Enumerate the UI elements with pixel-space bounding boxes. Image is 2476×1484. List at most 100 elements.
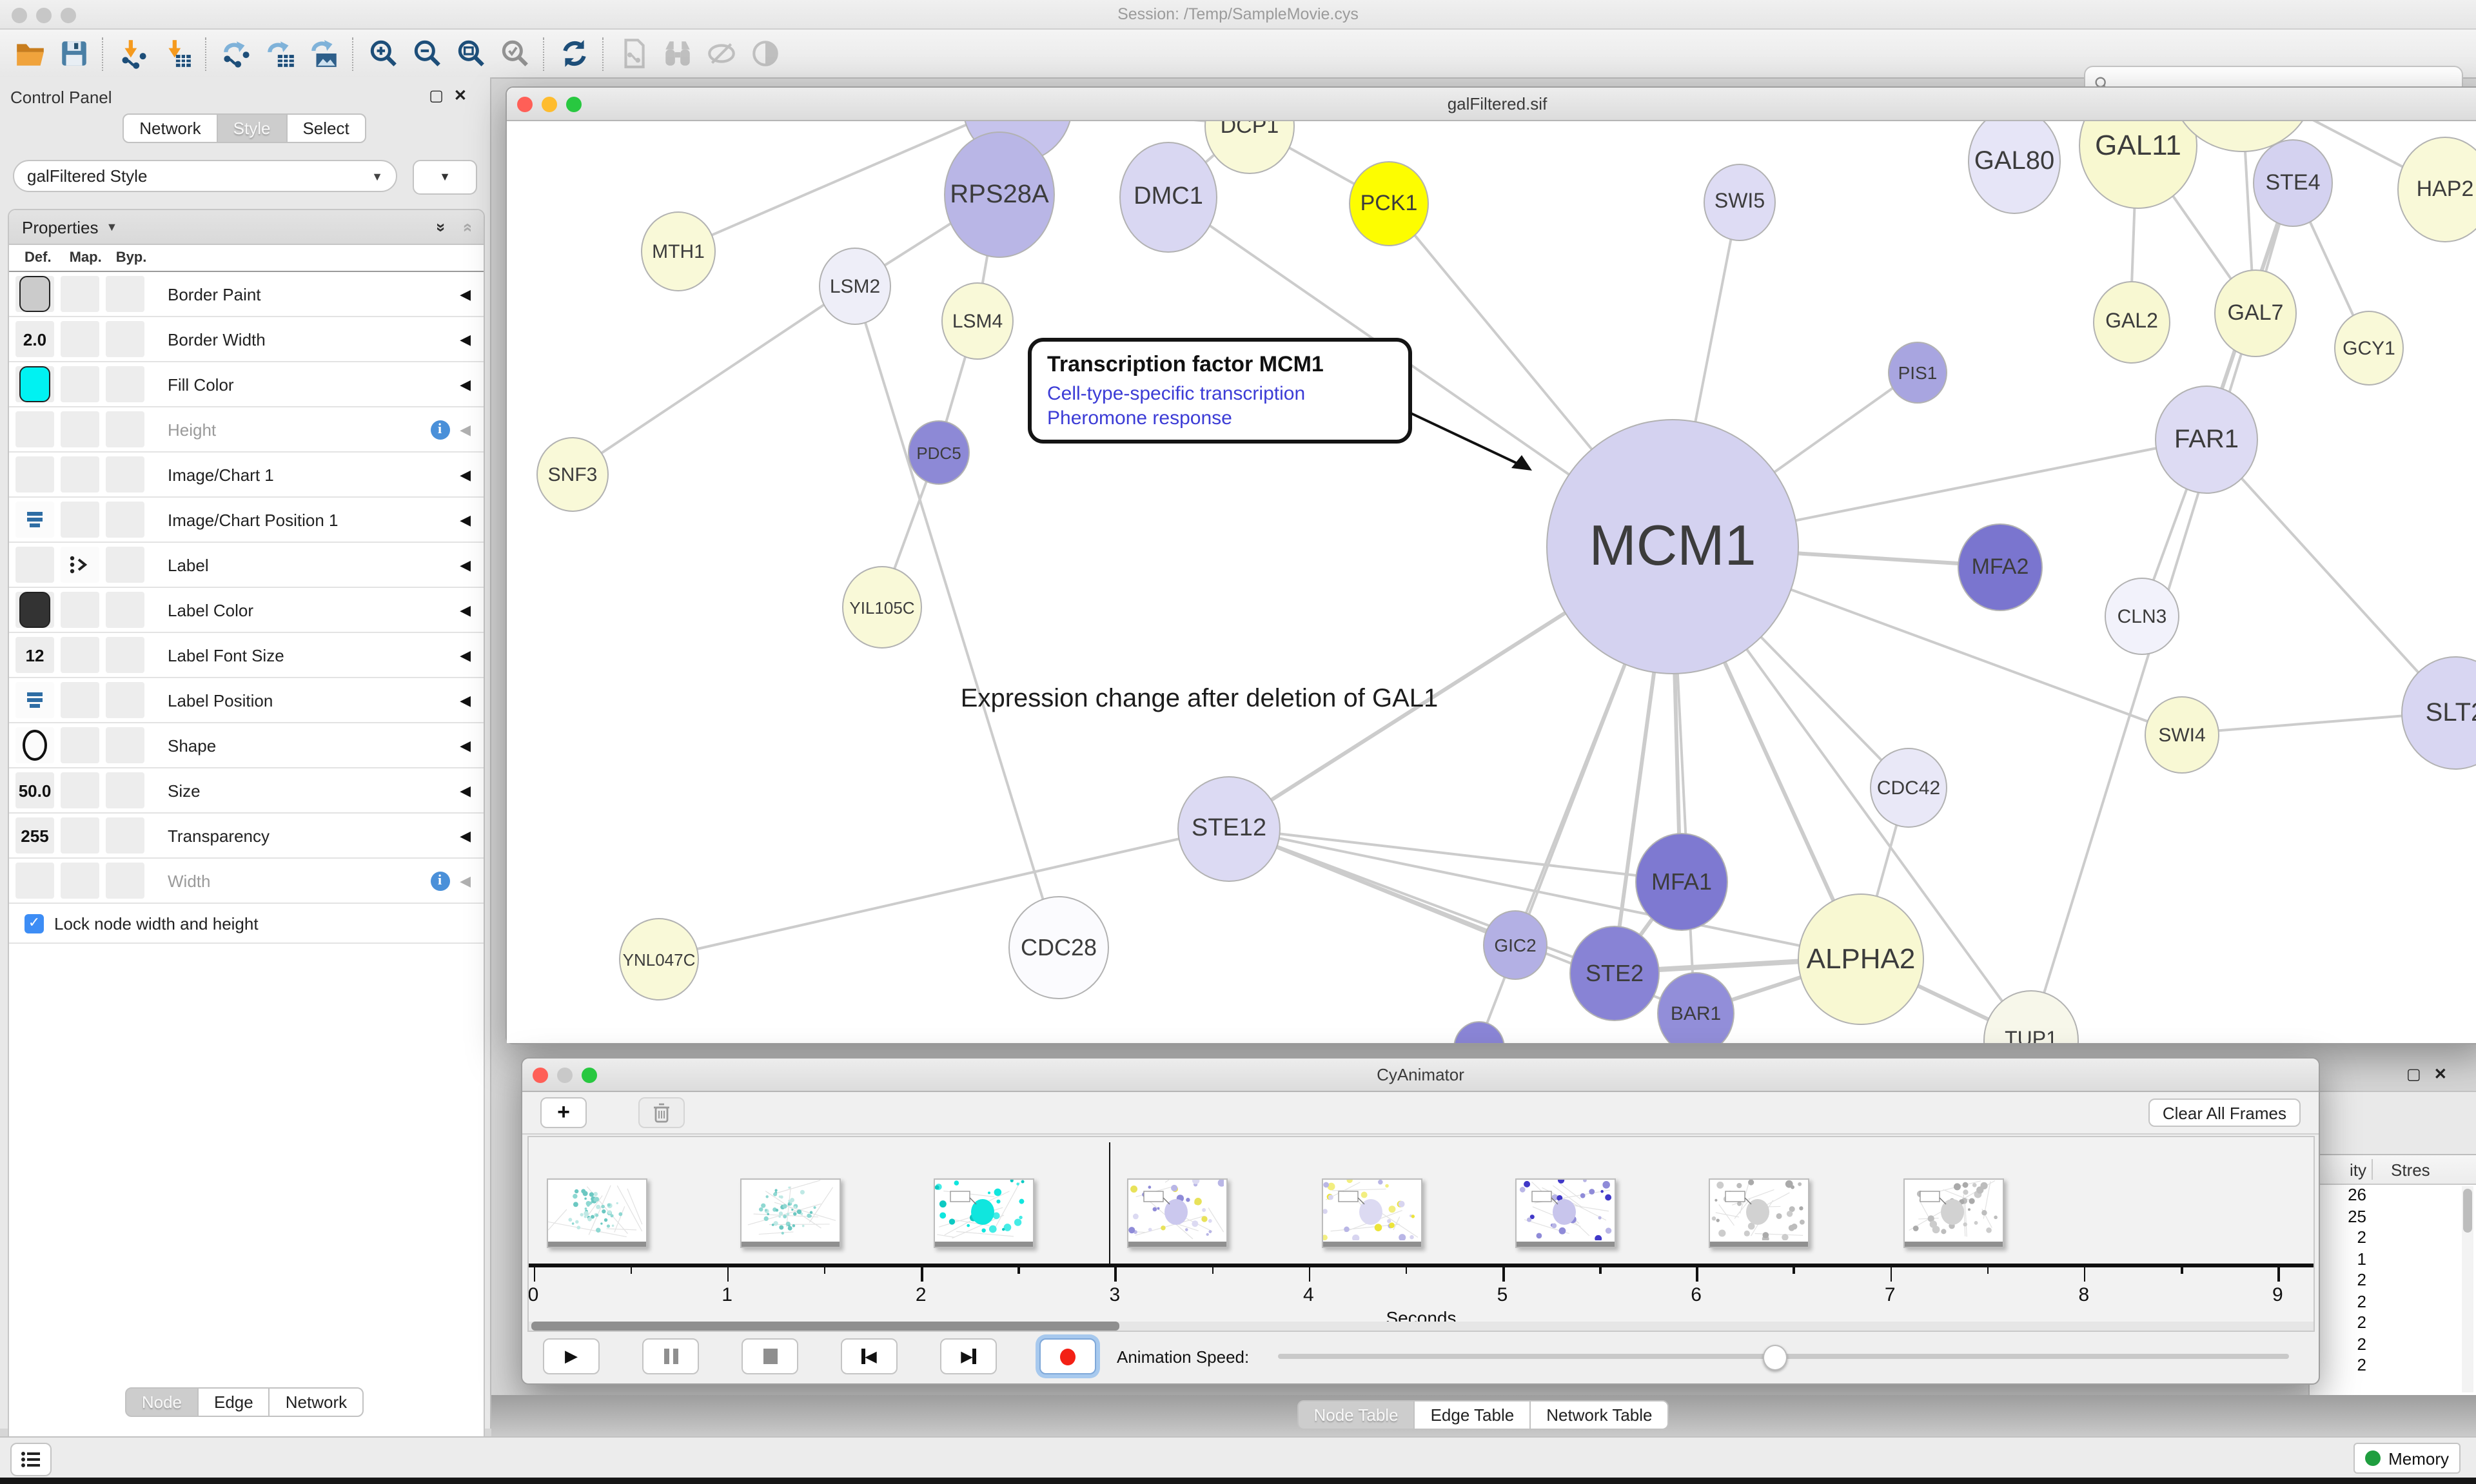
value-cell[interactable] xyxy=(106,456,144,493)
property-row-transparency[interactable]: 255Transparency◀ xyxy=(9,814,484,859)
minimize-window-icon[interactable] xyxy=(557,1068,573,1083)
slider-thumb[interactable] xyxy=(1763,1345,1787,1371)
export-image-button[interactable] xyxy=(302,34,346,73)
value-cell[interactable]: 12 xyxy=(15,637,54,673)
cyanimator-titlebar[interactable]: CyAnimator xyxy=(522,1059,2319,1092)
value-cell[interactable] xyxy=(106,411,144,447)
value-cell[interactable] xyxy=(61,547,99,583)
value-cell[interactable] xyxy=(106,863,144,899)
timeline-scrollbar-thumb[interactable] xyxy=(531,1322,1119,1331)
collapse-all-icon[interactable]: » xyxy=(457,222,476,231)
value-cell[interactable] xyxy=(15,547,54,583)
property-row-label-font-size[interactable]: 12Label Font Size◀ xyxy=(9,633,484,678)
memory-indicator[interactable]: Memory xyxy=(2353,1443,2461,1474)
value-cell[interactable] xyxy=(61,637,99,673)
close-window-icon[interactable] xyxy=(12,8,27,23)
show-panels-button[interactable] xyxy=(10,1443,52,1476)
value-cell[interactable] xyxy=(106,321,144,357)
property-row-image-chart-1[interactable]: Image/Chart 1◀ xyxy=(9,453,484,498)
value-cell[interactable] xyxy=(15,682,54,718)
close-window-icon[interactable] xyxy=(533,1068,548,1083)
network-node-ste4[interactable]: STE4 xyxy=(2253,139,2333,227)
expand-row-icon[interactable]: ◀ xyxy=(460,511,471,528)
value-cell[interactable] xyxy=(106,772,144,808)
value-cell[interactable] xyxy=(106,817,144,854)
value-cell[interactable] xyxy=(15,411,54,447)
property-row-label[interactable]: Label◀ xyxy=(9,543,484,588)
property-row-width[interactable]: Widthi◀ xyxy=(9,859,484,904)
value-cell[interactable] xyxy=(61,727,99,763)
timeline-playhead[interactable] xyxy=(1109,1142,1111,1265)
tab-node-table[interactable]: Node Table xyxy=(1297,1400,1415,1430)
expand-row-icon[interactable]: ◀ xyxy=(460,466,471,483)
lock-size-checkbox[interactable]: ✓ xyxy=(25,913,44,933)
value-cell[interactable] xyxy=(106,276,144,312)
network-node-rps28a[interactable]: RPS28A xyxy=(944,132,1055,258)
zoom-out-button[interactable] xyxy=(405,34,449,73)
value-cell[interactable] xyxy=(61,502,99,538)
tab-network[interactable]: Network xyxy=(269,1387,364,1417)
expand-row-icon[interactable]: ◀ xyxy=(460,331,471,347)
network-node-cdc42[interactable]: CDC42 xyxy=(1870,748,1947,828)
property-row-fill-color[interactable]: Fill Color◀ xyxy=(9,362,484,407)
clear-all-frames-button[interactable]: Clear All Frames xyxy=(2148,1098,2301,1127)
network-canvas[interactable]: RPS28BDCP1RPS28ADMC1PCK1SWI5GAL80GAL11ST… xyxy=(507,121,2476,1043)
expand-row-icon[interactable]: ◀ xyxy=(460,601,471,618)
timeline[interactable]: Seconds 0123456789 xyxy=(527,1136,2315,1332)
value-cell[interactable] xyxy=(106,547,144,583)
export-table-button[interactable] xyxy=(258,34,302,73)
refresh-layout-button[interactable] xyxy=(552,34,596,73)
frame-thumbnail-0[interactable] xyxy=(546,1178,647,1248)
expand-row-icon[interactable]: ◀ xyxy=(460,737,471,754)
property-row-size[interactable]: 50.0Size◀ xyxy=(9,768,484,814)
expand-row-icon[interactable]: ◀ xyxy=(460,692,471,708)
column-stress[interactable]: Stres xyxy=(2391,1160,2430,1179)
network-node-ynl047c[interactable]: YNL047C xyxy=(619,918,699,1001)
network-node-cln3[interactable]: CLN3 xyxy=(2105,578,2179,655)
network-node-ste2[interactable]: STE2 xyxy=(1569,926,1660,1021)
tab-edge-table[interactable]: Edge Table xyxy=(1414,1400,1531,1430)
network-node-cdc28[interactable]: CDC28 xyxy=(1008,896,1109,999)
network-node-dmc1[interactable]: DMC1 xyxy=(1119,142,1217,253)
value-cell[interactable] xyxy=(106,592,144,628)
value-cell[interactable]: 2.0 xyxy=(15,321,54,357)
expand-row-icon[interactable]: ◀ xyxy=(460,827,471,844)
network-window-titlebar[interactable]: galFiltered.sif xyxy=(507,88,2476,121)
value-cell[interactable] xyxy=(61,592,99,628)
tab-style[interactable]: Style xyxy=(217,113,288,143)
value-cell[interactable] xyxy=(61,772,99,808)
value-cell[interactable] xyxy=(61,682,99,718)
expand-row-icon[interactable]: ◀ xyxy=(460,782,471,799)
close-panel-icon[interactable]: ✕ xyxy=(454,86,477,104)
zoom-window-icon[interactable] xyxy=(61,8,76,23)
expand-row-icon[interactable]: ◀ xyxy=(460,647,471,663)
column-divider[interactable] xyxy=(2372,1159,2373,1180)
network-node-swi5[interactable]: SWI5 xyxy=(1704,164,1776,241)
style-selector[interactable]: galFiltered Style ▼ xyxy=(13,160,397,192)
frame-thumbnail-7[interactable] xyxy=(1903,1178,2003,1248)
expand-row-icon[interactable]: ◀ xyxy=(460,421,471,438)
value-cell[interactable] xyxy=(15,456,54,493)
zoom-in-button[interactable] xyxy=(361,34,405,73)
property-row-shape[interactable]: Shape◀ xyxy=(9,723,484,768)
network-node-gal7[interactable]: GAL7 xyxy=(2214,269,2297,357)
info-icon[interactable]: i xyxy=(430,420,449,439)
value-cell[interactable] xyxy=(61,817,99,854)
frame-thumbnail-6[interactable] xyxy=(1709,1178,1810,1248)
network-node-alpha2[interactable]: ALPHA2 xyxy=(1798,893,1924,1025)
expand-row-icon[interactable]: ◀ xyxy=(460,872,471,889)
import-network-button[interactable] xyxy=(111,34,155,73)
network-node-lsm2[interactable]: LSM2 xyxy=(819,248,891,325)
frame-thumbnail-4[interactable] xyxy=(1321,1178,1422,1248)
chevron-down-icon[interactable]: ▼ xyxy=(106,220,118,233)
style-options-button[interactable]: ▼ xyxy=(413,160,477,195)
property-row-border-paint[interactable]: Border Paint◀ xyxy=(9,272,484,317)
value-cell[interactable] xyxy=(61,321,99,357)
value-cell[interactable]: 255 xyxy=(15,817,54,854)
table-scrollbar[interactable] xyxy=(2462,1186,2473,1392)
value-cell[interactable] xyxy=(106,682,144,718)
skip-to-start-button[interactable]: ◀ xyxy=(841,1338,898,1374)
value-cell[interactable] xyxy=(61,863,99,899)
minimize-window-icon[interactable] xyxy=(36,8,52,23)
info-icon[interactable]: i xyxy=(430,871,449,890)
